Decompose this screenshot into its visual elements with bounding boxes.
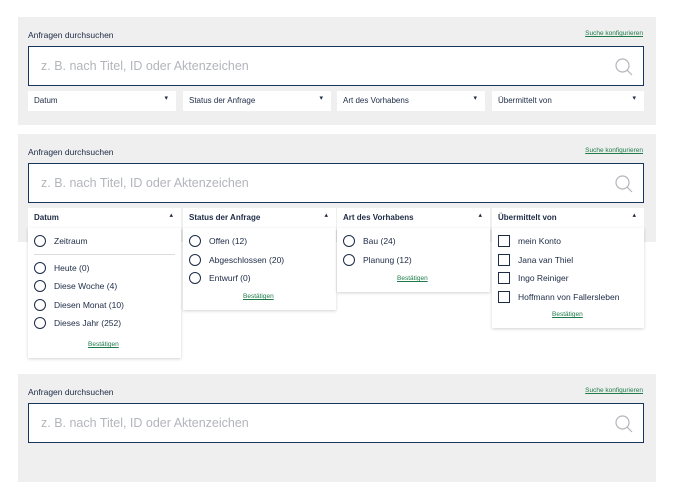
- option-label: Entwurf (0): [209, 273, 251, 283]
- search-icon[interactable]: [615, 175, 633, 193]
- panel-title: Anfragen durchsuchen: [28, 387, 114, 397]
- search-box: [28, 163, 644, 203]
- filter-uebermittelt[interactable]: Übermittelt von ▾: [492, 91, 644, 111]
- search-box: [28, 403, 644, 443]
- divider: [34, 254, 175, 255]
- option-label: Offen (12): [209, 236, 248, 246]
- filter-label: Datum: [34, 213, 59, 222]
- caret-down-icon: ▾: [473, 95, 477, 102]
- search-panel-plain: Anfragen durchsuchen Suche konfigurieren: [18, 374, 656, 482]
- radio-icon[interactable]: [34, 317, 46, 329]
- filter-status[interactable]: Status der Anfrage ▾: [183, 91, 331, 111]
- option-label: Hoffmann von Fallersleben: [518, 292, 620, 302]
- filter-datum[interactable]: Datum ▾: [28, 91, 176, 111]
- confirm-button[interactable]: Bestätigen: [88, 341, 119, 348]
- option-label: Bau (24): [363, 236, 396, 246]
- option-label: Abgeschlossen (20): [209, 255, 285, 265]
- filter-label: Art des Vorhabens: [343, 96, 409, 105]
- option-label: Jana van Thiel: [518, 255, 574, 265]
- checkbox-icon[interactable]: [498, 254, 510, 266]
- dropdown-status: Offen (12) Abgeschlossen (20) Entwurf (0…: [183, 228, 336, 310]
- radio-icon[interactable]: [189, 235, 201, 247]
- confirm-button[interactable]: Bestätigen: [397, 275, 428, 282]
- search-panel-collapsed: Anfragen durchsuchen Suche konfigurieren…: [18, 17, 656, 125]
- filter-label: Status der Anfrage: [189, 213, 261, 222]
- filter-label: Status der Anfrage: [189, 96, 256, 105]
- checkbox-icon[interactable]: [498, 272, 510, 284]
- configure-search-link[interactable]: Suche konfigurieren: [585, 147, 643, 154]
- caret-up-icon: ▴: [324, 212, 328, 219]
- filter-status-open[interactable]: Status der Anfrage ▴: [183, 208, 336, 228]
- radio-icon[interactable]: [189, 272, 201, 284]
- caret-down-icon: ▾: [164, 95, 168, 102]
- filter-label: Datum: [34, 96, 58, 105]
- filter-datum-open[interactable]: Datum ▴: [28, 208, 181, 228]
- caret-up-icon: ▴: [478, 212, 482, 219]
- filter-label: Übermittelt von: [498, 213, 557, 222]
- radio-icon[interactable]: [189, 254, 201, 266]
- caret-up-icon: ▴: [169, 212, 173, 219]
- dropdown-art: Bau (24) Planung (12) Bestätigen: [337, 228, 490, 292]
- caret-down-icon: ▾: [319, 95, 323, 102]
- dropdown-uebermittelt: mein Konto Jana van Thiel Ingo Reiniger …: [492, 228, 644, 328]
- checkbox-icon[interactable]: [498, 291, 510, 303]
- filter-art-open[interactable]: Art des Vorhabens ▴: [337, 208, 490, 228]
- option-label: Heute (0): [54, 263, 90, 273]
- configure-search-link[interactable]: Suche konfigurieren: [585, 387, 643, 394]
- search-input[interactable]: [41, 47, 601, 85]
- search-icon[interactable]: [615, 415, 633, 433]
- search-icon[interactable]: [615, 58, 633, 76]
- option-label: Diesen Monat (10): [54, 300, 124, 310]
- panel-title: Anfragen durchsuchen: [28, 147, 114, 157]
- caret-down-icon: ▾: [632, 95, 636, 102]
- dropdown-datum: Zeitraum Heute (0) Diese Woche (4) Diese…: [28, 228, 181, 358]
- confirm-button[interactable]: Bestätigen: [243, 293, 274, 300]
- filter-art[interactable]: Art des Vorhabens ▾: [337, 91, 485, 111]
- radio-icon[interactable]: [34, 280, 46, 292]
- confirm-button[interactable]: Bestätigen: [552, 311, 583, 318]
- caret-up-icon: ▴: [632, 212, 636, 219]
- radio-icon[interactable]: [34, 262, 46, 274]
- filter-label: Übermittelt von: [498, 96, 552, 105]
- option-label: Planung (12): [363, 255, 412, 265]
- filter-uebermittelt-open[interactable]: Übermittelt von ▴: [492, 208, 644, 228]
- option-label: Zeitraum: [54, 236, 88, 246]
- search-input[interactable]: [41, 404, 601, 442]
- radio-icon[interactable]: [34, 299, 46, 311]
- search-input[interactable]: [41, 164, 601, 202]
- checkbox-icon[interactable]: [498, 235, 510, 247]
- radio-icon[interactable]: [34, 235, 46, 247]
- option-label: Dieses Jahr (252): [54, 318, 122, 328]
- radio-icon[interactable]: [343, 254, 355, 266]
- panel-title: Anfragen durchsuchen: [28, 30, 114, 40]
- option-label: Ingo Reiniger: [518, 273, 569, 283]
- option-label: mein Konto: [518, 236, 561, 246]
- filter-label: Art des Vorhabens: [343, 213, 414, 222]
- search-box: [28, 46, 644, 86]
- configure-search-link[interactable]: Suche konfigurieren: [585, 30, 643, 37]
- radio-icon[interactable]: [343, 235, 355, 247]
- option-label: Diese Woche (4): [54, 281, 118, 291]
